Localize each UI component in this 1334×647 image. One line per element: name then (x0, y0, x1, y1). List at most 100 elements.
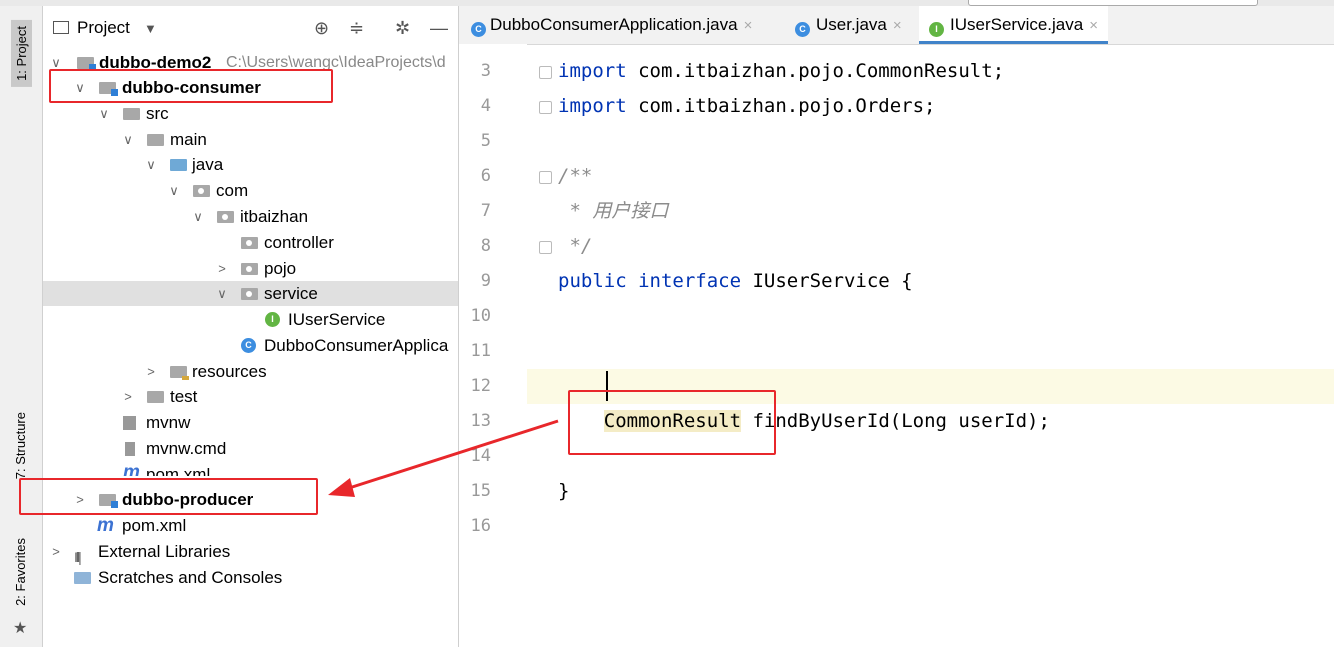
star-icon: ★ (13, 620, 28, 637)
tab-dubbo-consumer-application[interactable]: C DubboConsumerApplication.java × (471, 6, 752, 44)
tab-label: DubboConsumerApplication.java (490, 15, 738, 34)
side-tab-project[interactable]: 1: Project (11, 20, 32, 87)
side-tab-favorites[interactable]: 2: Favorites (13, 538, 28, 606)
tree-node-java[interactable]: ∨ java (43, 152, 458, 177)
tree-node-controller[interactable]: controller (43, 230, 458, 255)
tree-node-iuserservice[interactable]: I IUserService (43, 307, 458, 332)
tree-node-main[interactable]: ∨ main (43, 127, 458, 152)
spring-class-icon: C (471, 22, 486, 37)
tree-node-scratches[interactable]: Scratches and Consoles (43, 565, 458, 590)
tab-label: IUserService.java (950, 15, 1084, 34)
keyword: public (558, 270, 627, 292)
tab-user[interactable]: C User.java × (795, 6, 902, 44)
tree-node-src[interactable]: ∨ src (43, 101, 458, 126)
collapse-arrow-icon[interactable]: > (144, 359, 158, 384)
project-panel-header: Project ▼ ⊕ ≑ ✲ — (43, 16, 458, 44)
tree-node-com[interactable]: ∨ com (43, 178, 458, 203)
script-file-icon (123, 416, 136, 430)
resources-folder-icon (170, 366, 189, 380)
minimize-icon[interactable]: — (430, 18, 448, 39)
side-tab-structure[interactable]: 7: Structure (13, 412, 28, 479)
expand-arrow-icon[interactable]: ∨ (121, 127, 135, 152)
spring-class-icon: C (241, 338, 256, 353)
line-number: 3 (480, 61, 491, 81)
code-editor[interactable]: import com.itbaizhan.pojo.CommonResult; … (527, 44, 1334, 647)
line-number: 10 (470, 306, 491, 326)
tree-node-pom-root[interactable]: m pom.xml (43, 513, 458, 538)
package-icon (193, 185, 210, 197)
line-number: 4 (480, 96, 491, 116)
tree-label: IUserService (288, 310, 386, 329)
collapse-arrow-icon[interactable]: > (215, 256, 229, 281)
collapse-arrow-icon[interactable]: > (49, 539, 63, 564)
tree-label: test (170, 387, 198, 406)
tree-label: pom.xml (146, 465, 211, 476)
module-folder-icon (77, 57, 96, 71)
line-number: 13 (470, 411, 491, 431)
tree-label: DubboConsumerApplica (264, 336, 449, 355)
folder-icon (147, 391, 164, 403)
crosshair-icon[interactable]: ⊕ (314, 18, 329, 39)
project-view-icon (53, 21, 69, 34)
tree-node-test[interactable]: > test (43, 384, 458, 409)
tree-label: src (146, 104, 169, 123)
tree-node-pojo[interactable]: > pojo (43, 256, 458, 281)
close-icon[interactable]: × (1089, 17, 1098, 34)
folder-icon (147, 134, 164, 146)
tab-iuserservice[interactable]: I IUserService.java × (919, 6, 1108, 44)
scratches-icon (74, 572, 91, 584)
line-number: 16 (470, 516, 491, 536)
tree-node-mvnw-cmd[interactable]: mvnw.cmd (43, 436, 458, 461)
code-line-6: /** (558, 165, 593, 187)
tree-label: Scratches and Consoles (98, 568, 283, 587)
tree-node-itbaizhan[interactable]: ∨ itbaizhan (43, 204, 458, 229)
line-number: 11 (470, 341, 491, 361)
expand-arrow-icon[interactable]: ∨ (144, 152, 158, 177)
tree-label: controller (264, 233, 334, 252)
tree-node-application[interactable]: C DubboConsumerApplica (43, 333, 458, 358)
tree-label: pojo (264, 259, 297, 278)
code-text: findByUserId(Long userId); (741, 410, 1050, 432)
code-line-8: */ (558, 235, 593, 257)
tree-label: External Libraries (98, 542, 231, 561)
annotation-box-commonresult (568, 390, 776, 455)
collapse-arrow-icon[interactable]: > (121, 384, 135, 409)
cmd-file-icon (125, 442, 135, 456)
class-icon: C (795, 22, 810, 37)
line-number: 15 (470, 481, 491, 501)
expand-arrow-icon[interactable]: ∨ (215, 281, 229, 306)
code-text: com.itbaizhan.pojo.CommonResult; (626, 60, 1005, 82)
expand-arrow-icon[interactable]: ∨ (97, 101, 111, 126)
interface-icon: I (929, 22, 944, 37)
tab-label: User.java (816, 15, 887, 34)
expand-arrow-icon[interactable]: ∨ (167, 178, 181, 203)
tree-label: itbaizhan (240, 207, 309, 226)
package-icon (241, 237, 258, 249)
close-icon[interactable]: × (893, 17, 902, 34)
tree-node-pom-inner[interactable]: m pom.xml (43, 462, 458, 476)
collapse-icon[interactable]: ≑ (349, 18, 364, 39)
tree-label: com (216, 181, 249, 200)
expand-arrow-icon[interactable]: ∨ (191, 204, 205, 229)
code-line-15: } (558, 480, 570, 502)
editor-tab-bar: C DubboConsumerApplication.java × C User.ja… (459, 6, 1334, 45)
tool-window-stripe: 1: Project 7: Structure 2: Favorites ★ (0, 6, 43, 647)
tree-node-service[interactable]: ∨ service (43, 281, 458, 306)
tree-label: service (264, 284, 318, 303)
keyword: interface (626, 270, 742, 292)
line-number: 14 (470, 446, 491, 466)
keyword: import (558, 95, 627, 117)
tree-node-mvnw[interactable]: mvnw (43, 410, 458, 435)
tree-node-external-libraries[interactable]: > Ill| External Libraries (43, 539, 458, 565)
maven-icon: m (123, 462, 140, 476)
close-icon[interactable]: × (744, 17, 753, 34)
code-line-7: * 用户接口 (558, 200, 669, 222)
tree-node-resources[interactable]: > resources (43, 359, 458, 384)
tree-label: mvnw (146, 413, 191, 432)
chevron-down-icon[interactable]: ▼ (144, 21, 157, 36)
gear-icon[interactable]: ✲ (395, 18, 410, 39)
line-number: 9 (480, 271, 491, 291)
editor-gutter: 3 4 5 6 7 8 9 10 11 12 13 14 15 16 (459, 44, 552, 647)
line-number: 12 (470, 376, 491, 396)
interface-icon: I (265, 312, 280, 327)
